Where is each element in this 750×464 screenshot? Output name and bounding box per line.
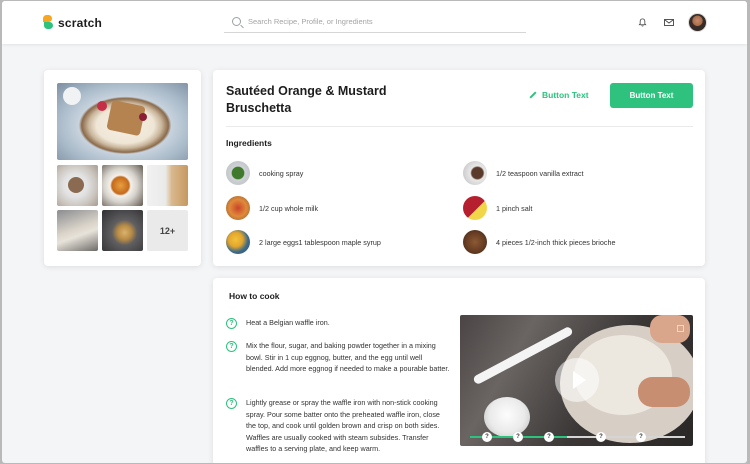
app-name: scratch [58,15,103,30]
top-navigation-bar: scratch [2,1,747,44]
logo-icon [43,15,53,30]
step-text: Lightly grease or spray the waffle iron … [246,398,440,453]
app-logo[interactable]: scratch [43,15,102,30]
user-avatar[interactable] [688,13,707,32]
recipe-details-card: Sautéed Orange & Mustard Bruschetta Butt… [213,70,705,266]
more-photos-count: 12+ [159,225,176,236]
main-recipe-photo[interactable] [57,83,188,160]
video-step-marker[interactable]: ? [636,432,646,442]
video-progress-bar[interactable] [470,436,685,438]
ingredient-label: 1 pinch salt [496,203,533,213]
ingredient-label: cooking spray [259,168,304,178]
fullscreen-icon[interactable] [677,325,684,332]
video-player[interactable]: ? ? ? ? ? [460,315,693,446]
video-step-marker[interactable]: ? [482,432,492,442]
how-to-cook-card: How to cook ? Heat a Belgian waffle iron… [213,278,705,463]
ingredient-image [226,196,250,220]
video-step-marker[interactable]: ? [596,432,606,442]
video-step-marker[interactable]: ? [544,432,554,442]
step-text: Mix the flour, sugar, and baking powder … [246,341,450,373]
ingredient-image [226,230,250,254]
ingredient-image [463,196,487,220]
instruction-step: ? Heat a Belgian waffle iron. [226,317,451,329]
video-step-marker[interactable]: ? [513,432,523,442]
step-check-icon[interactable]: ? [226,341,237,352]
recipe-title: Sautéed Orange & Mustard Bruschetta [226,84,387,115]
notification-bell-icon[interactable] [638,18,647,27]
ingredient-label: 1/2 teaspoon vanilla extract [496,168,584,178]
ingredient-item: cooking spray [226,161,303,185]
divider [226,126,693,127]
step-text: Heat a Belgian waffle iron. [246,318,330,327]
gallery-thumbnail[interactable] [57,165,98,206]
gallery-more-thumbnail[interactable]: 12+ [147,210,188,251]
play-icon[interactable] [555,358,599,402]
ingredient-label: 4 pieces 1/2-inch thick pieces brioche [496,237,616,247]
step-check-icon[interactable]: ? [226,398,237,409]
instruction-step: ? Lightly grease or spray the waffle iro… [226,397,451,455]
instruction-step: ? Mix the flour, sugar, and baking powde… [226,340,451,375]
ingredients-heading: Ingredients [226,138,272,148]
ingredient-image [463,161,487,185]
mail-icon[interactable] [664,19,674,26]
edit-button-label: Button Text [542,90,589,100]
gallery-thumbnail[interactable] [102,210,143,251]
recipe-photo-gallery: 12+ [44,70,201,266]
app-window: scratch 12+ Sautéed Orange & Mustard Bru… [2,1,747,463]
pencil-icon [529,91,537,99]
gallery-thumbnail[interactable] [57,210,98,251]
ingredient-item: 1/2 cup whole milk [226,196,318,220]
ingredient-label: 1/2 cup whole milk [259,203,319,213]
ingredient-item: 4 pieces 1/2-inch thick pieces brioche [463,230,615,254]
ingredient-item: 1 pinch salt [463,196,532,220]
edit-text-button[interactable]: Button Text [529,90,589,100]
ingredient-item: 1/2 teaspoon vanilla extract [463,161,584,185]
ingredient-image [463,230,487,254]
search-input[interactable] [248,17,508,26]
search-bar[interactable] [224,11,526,33]
search-icon [232,17,241,26]
ingredient-item: 2 large eggs1 tablespoon maple syrup [226,230,381,254]
step-check-icon[interactable]: ? [226,318,237,329]
gallery-thumbnail[interactable] [102,165,143,206]
primary-action-button[interactable]: Button Text [610,83,693,108]
how-to-cook-heading: How to cook [229,291,280,301]
ingredient-label: 2 large eggs1 tablespoon maple syrup [259,237,381,247]
ingredient-image [226,161,250,185]
gallery-thumbnail[interactable] [147,165,188,206]
